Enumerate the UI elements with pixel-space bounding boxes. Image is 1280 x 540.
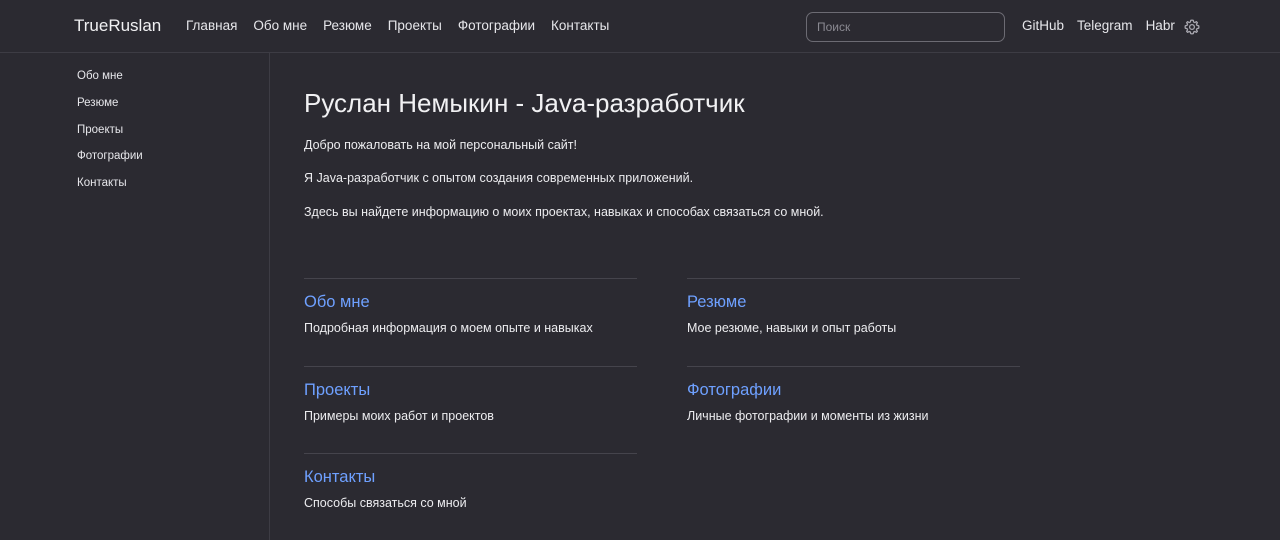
sidebar-item-contacts[interactable]: Контакты bbox=[77, 177, 127, 189]
sidebar-item-photos[interactable]: Фотографии bbox=[77, 150, 143, 162]
search-input[interactable] bbox=[806, 12, 1005, 42]
card-desc-about: Подробная информация о моем опыте и навы… bbox=[304, 321, 593, 335]
nav-link-resume[interactable]: Резюме bbox=[323, 18, 372, 33]
card-title-about[interactable]: Обо мне bbox=[304, 293, 370, 312]
nav-link-photos[interactable]: Фотографии bbox=[458, 18, 535, 33]
card-title-projects[interactable]: Проекты bbox=[304, 381, 370, 400]
external-links: GitHub Telegram Habr bbox=[1022, 18, 1188, 33]
nav-link-home[interactable]: Главная bbox=[186, 18, 237, 33]
nav-link-contacts[interactable]: Контакты bbox=[551, 18, 609, 33]
main-nav: Главная Обо мне Резюме Проекты Фотографи… bbox=[186, 18, 625, 33]
card-title-photos[interactable]: Фотографии bbox=[687, 381, 781, 400]
card-desc-projects: Примеры моих работ и проектов bbox=[304, 409, 494, 423]
sidebar: Обо мне Резюме Проекты Фотографии Контак… bbox=[0, 53, 270, 540]
telegram-link[interactable]: Telegram bbox=[1077, 18, 1133, 33]
nav-link-about[interactable]: Обо мне bbox=[253, 18, 307, 33]
github-link[interactable]: GitHub bbox=[1022, 18, 1064, 33]
sidebar-item-about[interactable]: Обо мне bbox=[77, 70, 123, 82]
habr-link[interactable]: Habr bbox=[1146, 18, 1175, 33]
sidebar-item-projects[interactable]: Проекты bbox=[77, 124, 123, 136]
brand-logo-link[interactable]: TrueRuslan bbox=[74, 16, 161, 36]
card-title-resume[interactable]: Резюме bbox=[687, 293, 746, 312]
gear-icon[interactable] bbox=[1183, 18, 1201, 36]
intro-paragraph-welcome: Добро пожаловать на мой персональный сай… bbox=[304, 138, 577, 152]
card-desc-photos: Личные фотографии и моменты из жизни bbox=[687, 409, 929, 423]
page-title: Руслан Немыкин - Java-разработчик bbox=[304, 88, 745, 118]
card-photos: Фотографии Личные фотографии и моменты и… bbox=[687, 366, 1020, 423]
nav-link-projects[interactable]: Проекты bbox=[388, 18, 442, 33]
card-title-contacts[interactable]: Контакты bbox=[304, 468, 375, 487]
card-projects: Проекты Примеры моих работ и проектов bbox=[304, 366, 637, 423]
intro-paragraph-experience: Я Java-разработчик с опытом создания сов… bbox=[304, 171, 694, 185]
card-resume: Резюме Мое резюме, навыки и опыт работы bbox=[687, 278, 1020, 335]
card-desc-contacts: Способы связаться со мной bbox=[304, 496, 467, 510]
card-about: Обо мне Подробная информация о моем опыт… bbox=[304, 278, 637, 335]
card-contacts: Контакты Способы связаться со мной bbox=[304, 453, 637, 510]
sidebar-item-resume[interactable]: Резюме bbox=[77, 97, 118, 109]
top-navbar: TrueRuslan Главная Обо мне Резюме Проект… bbox=[0, 0, 1280, 53]
intro-paragraph-info: Здесь вы найдете информацию о моих проек… bbox=[304, 205, 824, 219]
card-desc-resume: Мое резюме, навыки и опыт работы bbox=[687, 321, 897, 335]
